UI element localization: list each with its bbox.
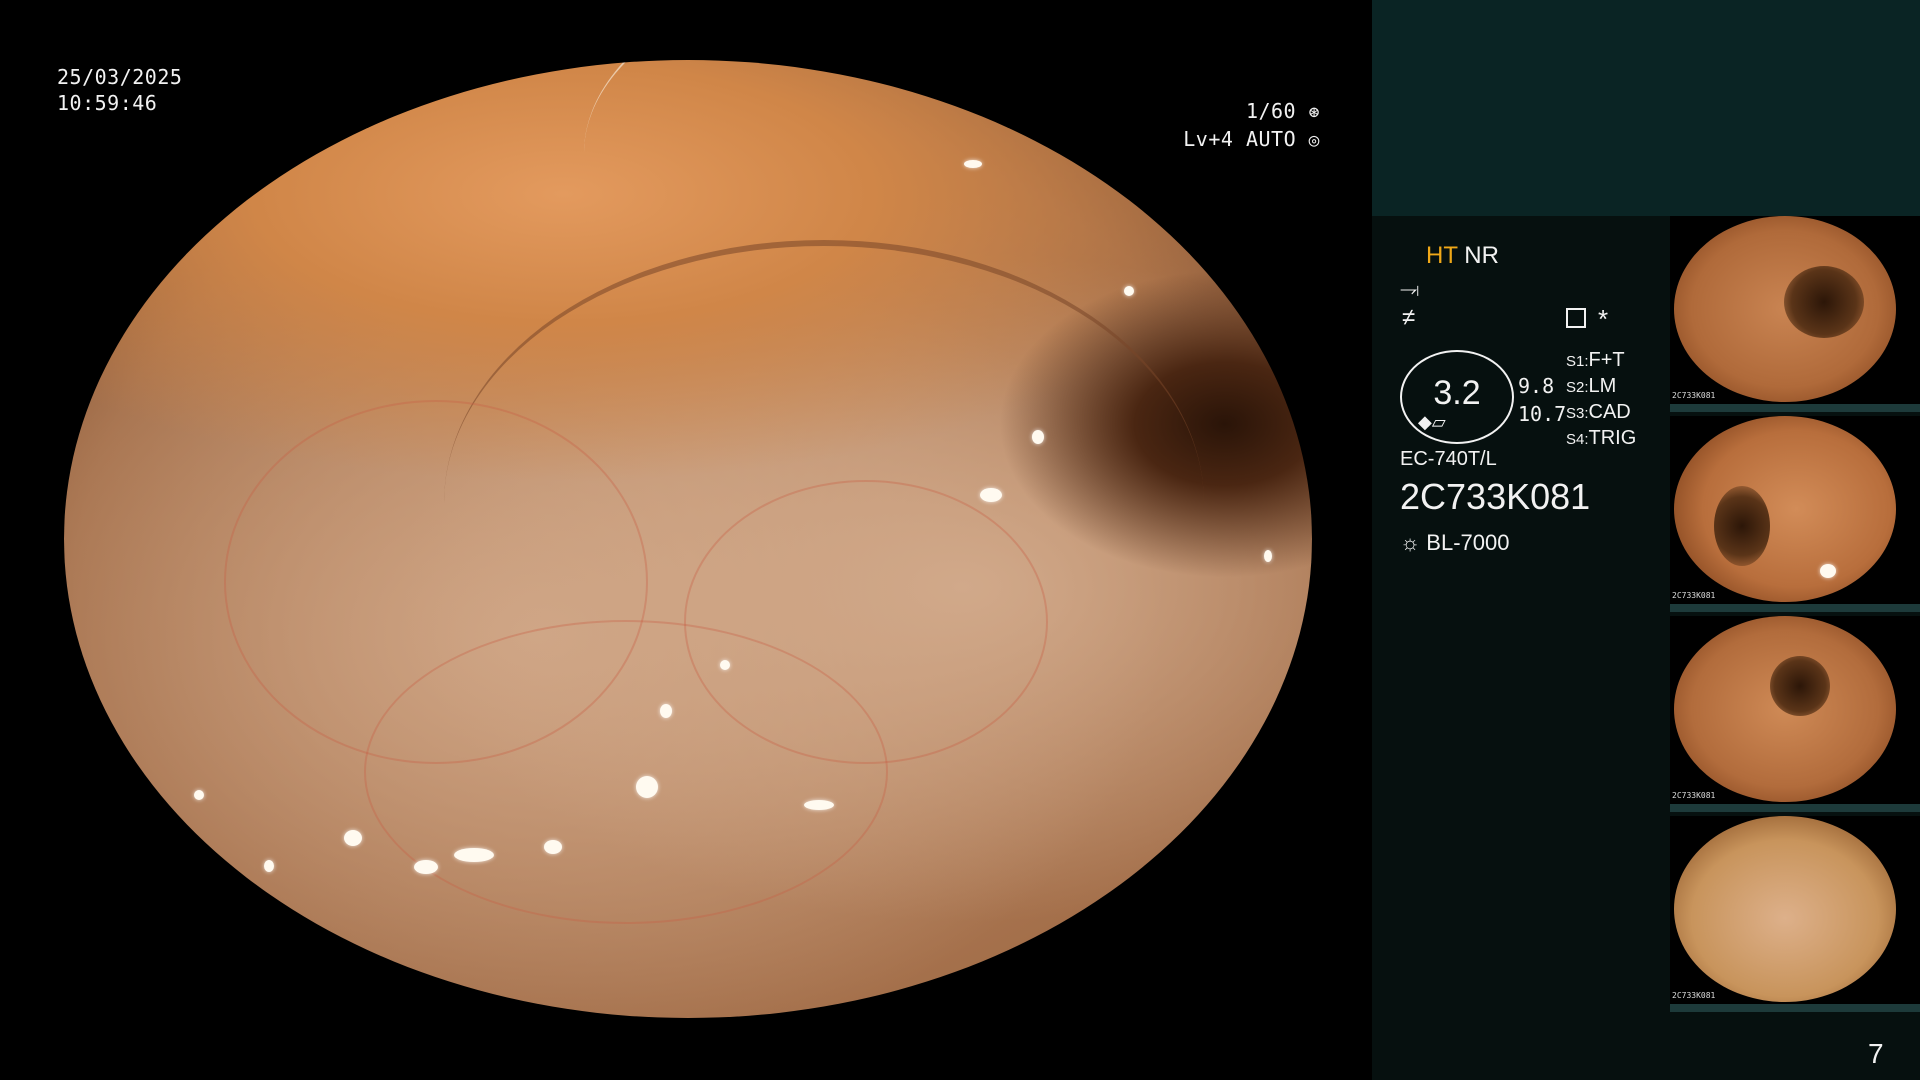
switch-s4: S4:TRIG [1566, 426, 1636, 452]
s3-value: CAD [1588, 401, 1631, 423]
thumbnail-3[interactable]: 2C733K081 [1670, 616, 1920, 812]
thumbnail-image [1674, 216, 1896, 402]
s4-key: S4: [1566, 431, 1589, 448]
exposure-text: Lv+4 AUTO [1183, 127, 1297, 151]
nr-indicator: NR [1464, 242, 1499, 269]
thumbnail-image [1674, 416, 1896, 602]
thumbnail-bar [1670, 804, 1920, 812]
date-time-readout: 25/03/2025 10:59:46 [57, 64, 182, 116]
date-text: 25/03/2025 [57, 65, 183, 89]
curve-icon: ⥗ [1400, 276, 1420, 301]
thumbnail-4[interactable]: 2C733K081 [1670, 816, 1920, 1012]
time-text: 10:59:46 [57, 91, 158, 115]
switch-s3: S3:CAD [1566, 400, 1636, 426]
zoom-value: 3.2 [1433, 374, 1481, 412]
thumbnail-image [1674, 816, 1896, 1002]
thumbnail-code: 2C733K081 [1672, 991, 1716, 1000]
sun-icon: ☼ [1400, 530, 1421, 555]
pen-icon: ◆▱ [1418, 412, 1446, 432]
not-equal-icon: ≠ [1402, 304, 1416, 331]
specular-highlight [1124, 286, 1134, 296]
specular-highlight [264, 860, 274, 872]
lumen [1714, 486, 1770, 566]
s3-key: S3: [1566, 405, 1589, 422]
endoscope-view: 25/03/2025 10:59:46 1/60 ⊛ Lv+4 AUTO ◎ [0, 0, 1372, 1080]
s2-key: S2: [1566, 379, 1589, 396]
specular-highlight [804, 800, 834, 810]
endoscopic-image [64, 60, 1312, 1018]
specular-highlight [636, 776, 658, 798]
asterisk-indicator: * [1598, 304, 1609, 334]
thumbnail-1[interactable]: 2C733K081 [1670, 216, 1920, 412]
specular-highlight [720, 660, 730, 670]
vessel-pattern [364, 620, 888, 924]
s1-value: F+T [1588, 349, 1625, 371]
iris-icon: ◎ [1308, 130, 1320, 151]
zoom-badge: 3.2 ◆▱ [1400, 350, 1514, 444]
switch-s1: S1:F+T [1566, 348, 1636, 374]
settings-list-icon [1566, 308, 1586, 328]
thumbnail-code: 2C733K081 [1672, 791, 1716, 800]
thumbnail-code: 2C733K081 [1672, 391, 1716, 400]
specular-highlight [1032, 430, 1044, 444]
thumbnail-code: 2C733K081 [1672, 591, 1716, 600]
thumbnail-bar [1670, 604, 1920, 612]
specular-highlight [220, 878, 234, 892]
specular-highlight [414, 860, 438, 874]
camera-settings-readout: 1/60 ⊛ Lv+4 AUTO ◎ [1140, 98, 1320, 154]
specular-highlight [1264, 550, 1272, 562]
enhancement-modes: HT NR [1426, 242, 1499, 270]
thumbnail-bar [1670, 404, 1920, 412]
light-source: BL-7000 [1426, 530, 1510, 555]
zoom-range-a: 9.8 [1518, 374, 1555, 398]
exposure-row: Lv+4 AUTO ◎ [1140, 126, 1320, 154]
s4-value: TRIG [1588, 427, 1637, 449]
specular-highlight [454, 848, 494, 862]
specular-highlight [980, 488, 1002, 502]
shutter-row: 1/60 ⊛ [1140, 98, 1320, 126]
zoom-range-b: 10.7 [1518, 402, 1567, 426]
lumen [1770, 656, 1830, 716]
scope-model: EC-740T/L [1400, 448, 1497, 470]
aperture-icon: ⊛ [1308, 102, 1320, 123]
zoom-range: 9.8 10.7 [1518, 372, 1566, 428]
specular-highlight [344, 830, 362, 846]
s2-value: LM [1588, 375, 1617, 397]
ht-indicator: HT [1426, 242, 1458, 269]
switch-s2: S2:LM [1566, 374, 1636, 400]
specular-highlight [544, 840, 562, 854]
switch-assignments: S1:F+T S2:LM S3:CAD S4:TRIG [1566, 348, 1636, 452]
specular-highlight [964, 160, 982, 168]
light-source-row: ☼ BL-7000 [1400, 530, 1509, 556]
thumbnail-image [1674, 616, 1896, 802]
s1-key: S1: [1566, 353, 1589, 370]
specular-highlight [194, 790, 204, 800]
specular-highlight [1820, 564, 1836, 578]
specular-highlight [660, 704, 672, 718]
thumbnail-2[interactable]: 2C733K081 [1670, 416, 1920, 612]
lumen [1784, 266, 1864, 338]
shutter-text: 1/60 [1245, 99, 1297, 123]
thumbnail-bar [1670, 1004, 1920, 1012]
scope-serial: 2C733K081 [1400, 476, 1591, 517]
info-panel-header [1372, 0, 1920, 216]
page-number: 7 [1868, 1038, 1884, 1069]
